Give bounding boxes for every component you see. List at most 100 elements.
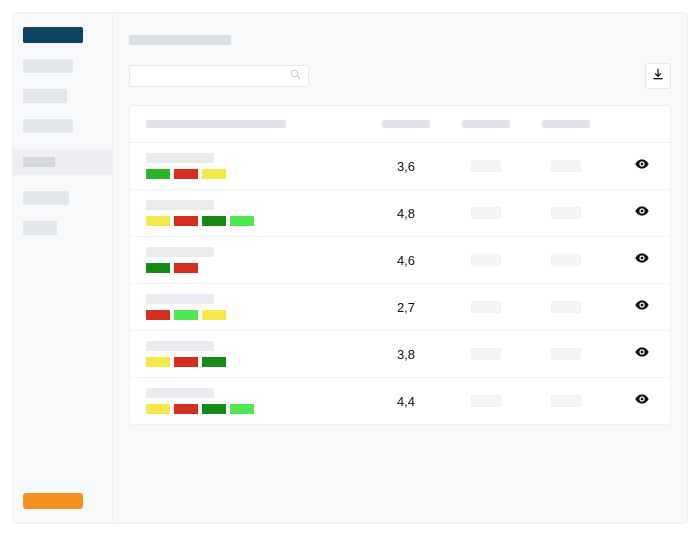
cell-name: [146, 153, 366, 179]
cell-actions: [606, 250, 654, 271]
cell-value: 4,4: [366, 394, 446, 409]
sidebar-item-4-selected[interactable]: [13, 149, 112, 175]
sidebar-item-0[interactable]: [23, 27, 83, 43]
cell-name: [146, 388, 366, 414]
eye-icon: [634, 394, 650, 411]
tag-r: [174, 263, 198, 273]
tag-list: [146, 404, 366, 414]
cell-col1: [446, 207, 526, 219]
toolbar: [129, 63, 671, 89]
tag-g: [146, 169, 170, 179]
sidebar-cta-button[interactable]: [23, 493, 83, 509]
tag-dg: [146, 263, 170, 273]
cell-name: [146, 247, 366, 273]
tag-r: [146, 310, 170, 320]
table-body: 3,6 4,8 4,6 2,7 3,8 4,4: [130, 143, 670, 424]
search-input[interactable]: [129, 65, 309, 87]
sidebar-item-5[interactable]: [23, 191, 69, 205]
data-table: 3,6 4,8 4,6 2,7 3,8 4,4: [129, 105, 671, 425]
tag-dg: [202, 216, 226, 226]
tag-y: [202, 310, 226, 320]
tag-list: [146, 357, 366, 367]
cell-value: 3,6: [366, 159, 446, 174]
sidebar-item-2[interactable]: [23, 89, 67, 103]
tag-r: [174, 404, 198, 414]
main-content: 3,6 4,8 4,6 2,7 3,8 4,4: [113, 13, 687, 523]
tag-dg: [202, 404, 226, 414]
tag-list: [146, 216, 366, 226]
tag-list: [146, 310, 366, 320]
cell-actions: [606, 156, 654, 177]
download-icon: [651, 67, 665, 86]
app-window: 3,6 4,8 4,6 2,7 3,8 4,4: [12, 12, 688, 524]
tag-lg: [174, 310, 198, 320]
tag-lg: [230, 216, 254, 226]
row-title: [146, 341, 214, 351]
search-icon: [289, 68, 302, 84]
cell-col2: [526, 254, 606, 266]
eye-icon: [634, 253, 650, 270]
cell-col1: [446, 160, 526, 172]
tag-r: [174, 169, 198, 179]
cell-value: 2,7: [366, 300, 446, 315]
cell-actions: [606, 344, 654, 365]
table-row: 4,8: [130, 190, 670, 237]
download-button[interactable]: [645, 63, 671, 89]
cell-actions: [606, 391, 654, 412]
tag-list: [146, 263, 366, 273]
cell-col2: [526, 348, 606, 360]
eye-icon: [634, 159, 650, 176]
cell-value: 4,6: [366, 253, 446, 268]
sidebar-item-1[interactable]: [23, 59, 73, 73]
cell-actions: [606, 297, 654, 318]
cell-col2: [526, 395, 606, 407]
cell-value: 3,8: [366, 347, 446, 362]
tag-dg: [202, 357, 226, 367]
cell-col1: [446, 395, 526, 407]
row-title: [146, 247, 214, 257]
view-button[interactable]: [634, 297, 650, 318]
tag-y: [146, 357, 170, 367]
tag-lg: [230, 404, 254, 414]
tag-y: [202, 169, 226, 179]
tag-r: [174, 357, 198, 367]
view-button[interactable]: [634, 344, 650, 365]
cell-col1: [446, 348, 526, 360]
table-row: 3,8: [130, 331, 670, 378]
eye-icon: [634, 206, 650, 223]
cell-name: [146, 200, 366, 226]
view-button[interactable]: [634, 156, 650, 177]
tag-y: [146, 404, 170, 414]
cell-name: [146, 341, 366, 367]
view-button[interactable]: [634, 391, 650, 412]
view-button[interactable]: [634, 250, 650, 271]
row-title: [146, 388, 214, 398]
sidebar: [13, 13, 113, 523]
th-value: [366, 120, 446, 128]
cell-actions: [606, 203, 654, 224]
tag-r: [174, 216, 198, 226]
row-title: [146, 200, 214, 210]
sidebar-item-3[interactable]: [23, 119, 73, 133]
table-row: 2,7: [130, 284, 670, 331]
th-col1: [446, 120, 526, 128]
cell-col2: [526, 160, 606, 172]
cell-name: [146, 294, 366, 320]
table-header: [130, 106, 670, 143]
th-col2: [526, 120, 606, 128]
cell-value: 4,8: [366, 206, 446, 221]
view-button[interactable]: [634, 203, 650, 224]
row-title: [146, 294, 214, 304]
tag-y: [146, 216, 170, 226]
table-row: 4,6: [130, 237, 670, 284]
th-name: [146, 120, 366, 128]
sidebar-item-6[interactable]: [23, 221, 57, 235]
page-title: [129, 35, 231, 45]
cell-col1: [446, 254, 526, 266]
sidebar-footer: [23, 493, 102, 509]
eye-icon: [634, 300, 650, 317]
row-title: [146, 153, 214, 163]
tag-list: [146, 169, 366, 179]
cell-col1: [446, 301, 526, 313]
sidebar-nav: [23, 27, 102, 235]
